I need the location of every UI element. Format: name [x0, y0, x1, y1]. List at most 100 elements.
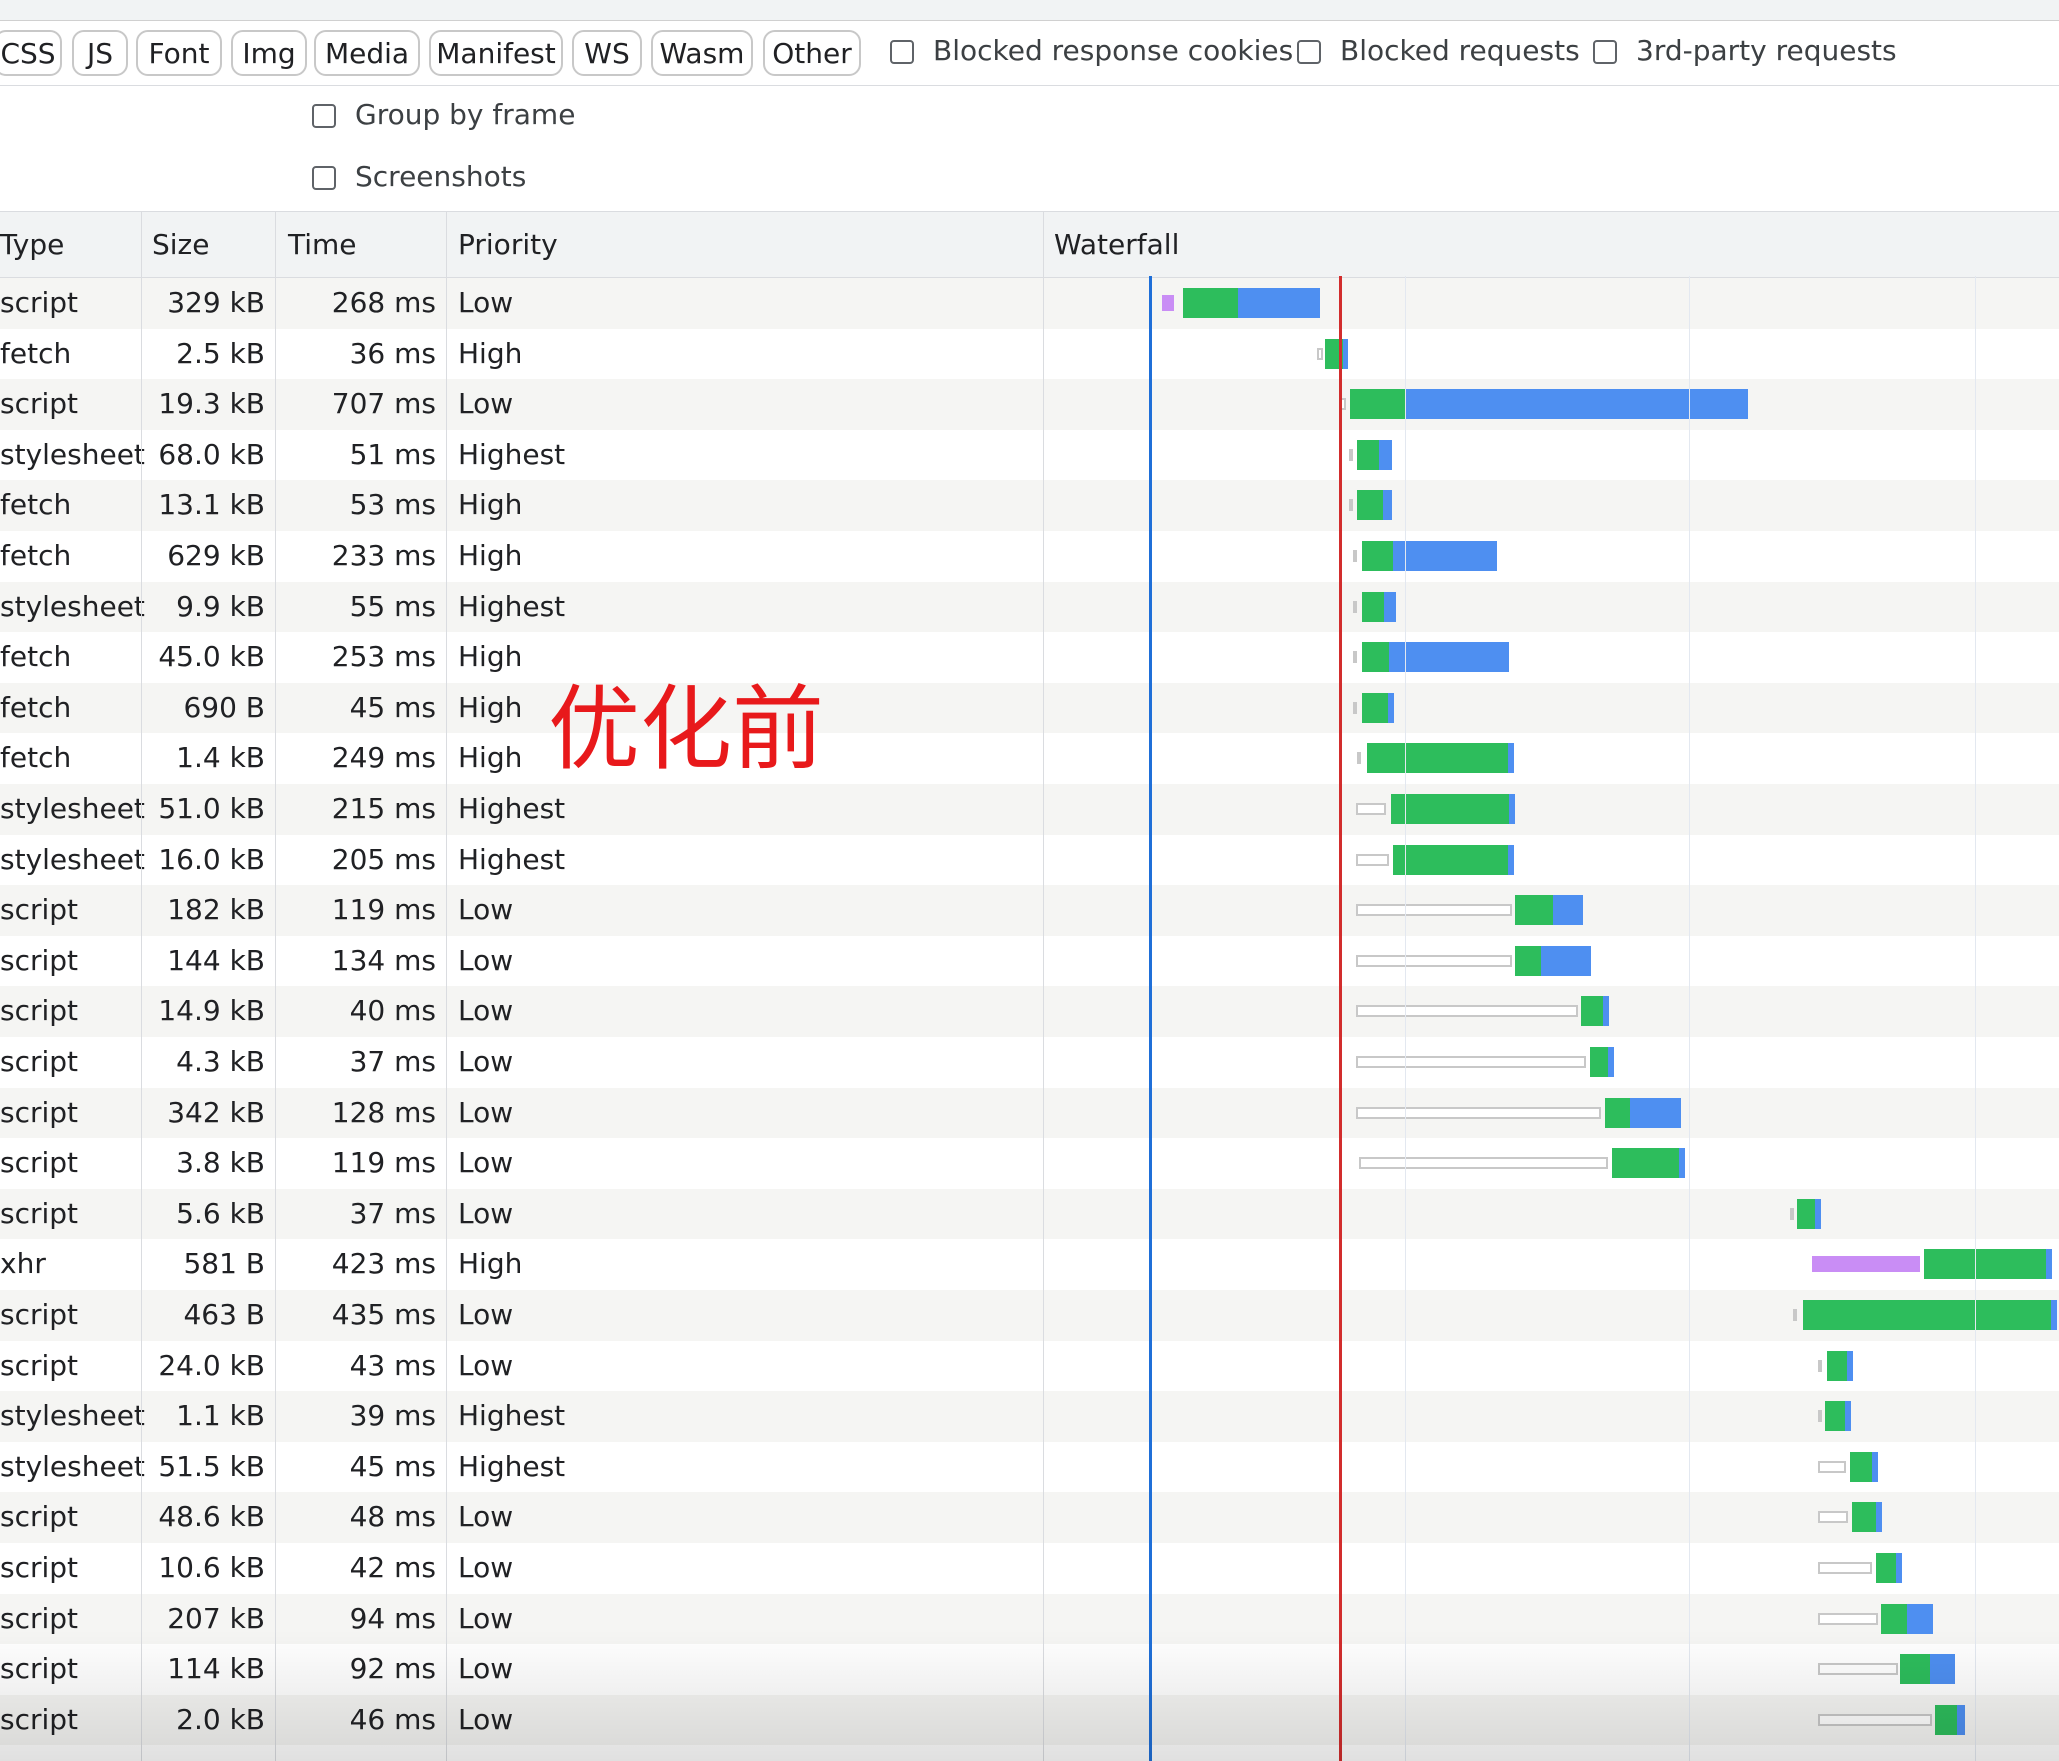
- filter-chip-js[interactable]: JS: [72, 30, 128, 76]
- waterfall-download-bar: [1847, 1350, 1853, 1381]
- blocked-requests-checkbox[interactable]: [1297, 40, 1321, 64]
- filter-chip-manifest[interactable]: Manifest: [429, 30, 563, 76]
- request-row[interactable]: script 24.0 kB 43 ms Low: [0, 1340, 2059, 1392]
- cell-time: 268 ms: [331, 286, 436, 319]
- filter-chip-other[interactable]: Other: [763, 30, 861, 76]
- column-header-size[interactable]: Size: [152, 212, 209, 277]
- request-row[interactable]: script 329 kB 268 ms Low: [0, 278, 2059, 329]
- filter-chip-font[interactable]: Font: [136, 30, 222, 76]
- waterfall-download-bar: [1907, 1603, 1933, 1634]
- waterfall-connect-bar: [1850, 1451, 1872, 1482]
- waterfall-gridline: [1975, 276, 1976, 1761]
- waterfall-download-bar: [1405, 389, 1748, 420]
- waterfall-connect-bar: [1852, 1502, 1876, 1533]
- cell-priority: Highest: [458, 589, 566, 623]
- request-row[interactable]: fetch 2.5 kB 36 ms High: [0, 328, 2059, 380]
- waterfall-queue-bar: [1349, 448, 1353, 461]
- cell-priority: Low: [458, 1298, 514, 1331]
- waterfall-queue-bar: [1356, 904, 1512, 917]
- screenshots-checkbox[interactable]: [312, 166, 336, 190]
- waterfall-connect-bar: [1827, 1350, 1847, 1381]
- cell-time: 92 ms: [349, 1652, 436, 1686]
- blocked-cookies-checkbox[interactable]: [890, 40, 914, 64]
- request-row[interactable]: script 144 kB 134 ms Low: [0, 935, 2059, 987]
- cell-priority: Low: [458, 1601, 514, 1635]
- third-party-checkbox[interactable]: [1593, 40, 1617, 64]
- waterfall-download-bar: [1630, 1097, 1681, 1128]
- waterfall-queue-bar: [1818, 1410, 1822, 1423]
- cell-time: 39 ms: [349, 1399, 436, 1433]
- group-by-frame-checkbox[interactable]: [312, 104, 336, 128]
- request-row[interactable]: stylesheet 51.5 kB 45 ms Highest: [0, 1441, 2059, 1493]
- column-header-type[interactable]: Type: [0, 212, 64, 277]
- waterfall-download-bar: [2051, 1300, 2057, 1330]
- waterfall-connect-bar: [1825, 1401, 1845, 1432]
- request-row[interactable]: fetch 629 kB 233 ms High: [0, 531, 2059, 582]
- request-row[interactable]: xhr 581 B 423 ms High: [0, 1239, 2059, 1290]
- column-divider: [1043, 212, 1044, 1761]
- request-row[interactable]: stylesheet 51.0 kB 215 ms Highest: [0, 784, 2059, 835]
- top-strip: [0, 0, 2059, 21]
- waterfall-connect-bar: [1612, 1148, 1679, 1179]
- cell-time: 53 ms: [349, 488, 436, 522]
- request-row[interactable]: stylesheet 1.1 kB 39 ms Highest: [0, 1391, 2059, 1442]
- waterfall-connect-bar: [1590, 1047, 1608, 1077]
- cell-time: 37 ms: [349, 1196, 436, 1230]
- request-row[interactable]: stylesheet 68.0 kB 51 ms Highest: [0, 429, 2059, 481]
- cell-time: 119 ms: [331, 893, 436, 927]
- waterfall-connect-bar: [1924, 1249, 2046, 1280]
- cell-priority: Low: [458, 1095, 514, 1129]
- cell-priority: Highest: [458, 792, 566, 825]
- request-row[interactable]: script 19.3 kB 707 ms Low: [0, 379, 2059, 430]
- column-header-waterfall[interactable]: Waterfall: [1054, 212, 1179, 277]
- annotation-label: 优化前: [548, 676, 825, 783]
- request-row[interactable]: script 3.8 kB 119 ms Low: [0, 1138, 2059, 1189]
- waterfall-connect-bar: [1357, 439, 1379, 470]
- waterfall-connect-bar: [1605, 1097, 1630, 1128]
- waterfall-queue-bar: [1793, 1309, 1797, 1321]
- request-row[interactable]: script 14.9 kB 40 ms Low: [0, 986, 2059, 1037]
- waterfall-queue-bar: [1818, 1511, 1848, 1524]
- cell-time: 45 ms: [349, 690, 436, 724]
- column-divider: [141, 212, 142, 1761]
- column-header-priority[interactable]: Priority: [458, 212, 558, 277]
- request-row[interactable]: script 48.6 kB 48 ms Low: [0, 1492, 2059, 1543]
- cell-priority: Low: [458, 943, 514, 977]
- waterfall-download-bar: [1845, 1401, 1851, 1432]
- filter-chip-wasm[interactable]: Wasm: [651, 30, 753, 76]
- waterfall-connect-bar: [1391, 794, 1509, 824]
- waterfall-download-bar: [1384, 591, 1396, 622]
- request-row[interactable]: script 5.6 kB 37 ms Low: [0, 1188, 2059, 1240]
- waterfall-queue-bar: [1356, 1056, 1586, 1068]
- third-party-label: 3rd-party requests: [1636, 34, 1897, 67]
- waterfall-connect-bar: [1881, 1603, 1907, 1634]
- filter-chip-css[interactable]: CSS: [0, 30, 62, 76]
- filter-chip-img[interactable]: Img: [231, 30, 307, 76]
- request-row[interactable]: script 4.3 kB 37 ms Low: [0, 1037, 2059, 1088]
- filter-chip-ws[interactable]: WS: [572, 30, 642, 76]
- filter-chip-media[interactable]: Media: [314, 30, 420, 76]
- request-row[interactable]: stylesheet 16.0 kB 205 ms Highest: [0, 834, 2059, 886]
- request-row[interactable]: script 207 kB 94 ms Low: [0, 1593, 2059, 1645]
- request-row[interactable]: script 10.6 kB 42 ms Low: [0, 1543, 2059, 1594]
- request-row[interactable]: script 463 B 435 ms Low: [0, 1290, 2059, 1341]
- waterfall-gridline: [1689, 276, 1690, 1761]
- request-row[interactable]: fetch 13.1 kB 53 ms High: [0, 480, 2059, 531]
- waterfall-connect-bar: [1515, 895, 1553, 926]
- cell-time: 435 ms: [331, 1298, 436, 1331]
- column-header-time[interactable]: Time: [288, 212, 357, 277]
- request-row[interactable]: fetch 690 B 45 ms High: [0, 682, 2059, 734]
- request-row[interactable]: fetch 45.0 kB 253 ms High: [0, 632, 2059, 683]
- request-row[interactable]: script 114 kB 92 ms Low: [0, 1644, 2059, 1695]
- request-row[interactable]: fetch 1.4 kB 249 ms High: [0, 733, 2059, 784]
- cell-time: 43 ms: [349, 1348, 436, 1382]
- waterfall-queue-bar: [1356, 853, 1389, 866]
- request-row[interactable]: stylesheet 9.9 kB 55 ms Highest: [0, 581, 2059, 633]
- load-event-line: [1339, 276, 1342, 1761]
- waterfall-queue-bar: [1353, 701, 1357, 714]
- cell-time: 55 ms: [349, 589, 436, 623]
- cell-priority: High: [458, 741, 523, 775]
- request-row[interactable]: script 182 kB 119 ms Low: [0, 885, 2059, 936]
- request-row[interactable]: script 2.0 kB 46 ms Low: [0, 1694, 2059, 1746]
- request-row[interactable]: script 342 kB 128 ms Low: [0, 1087, 2059, 1139]
